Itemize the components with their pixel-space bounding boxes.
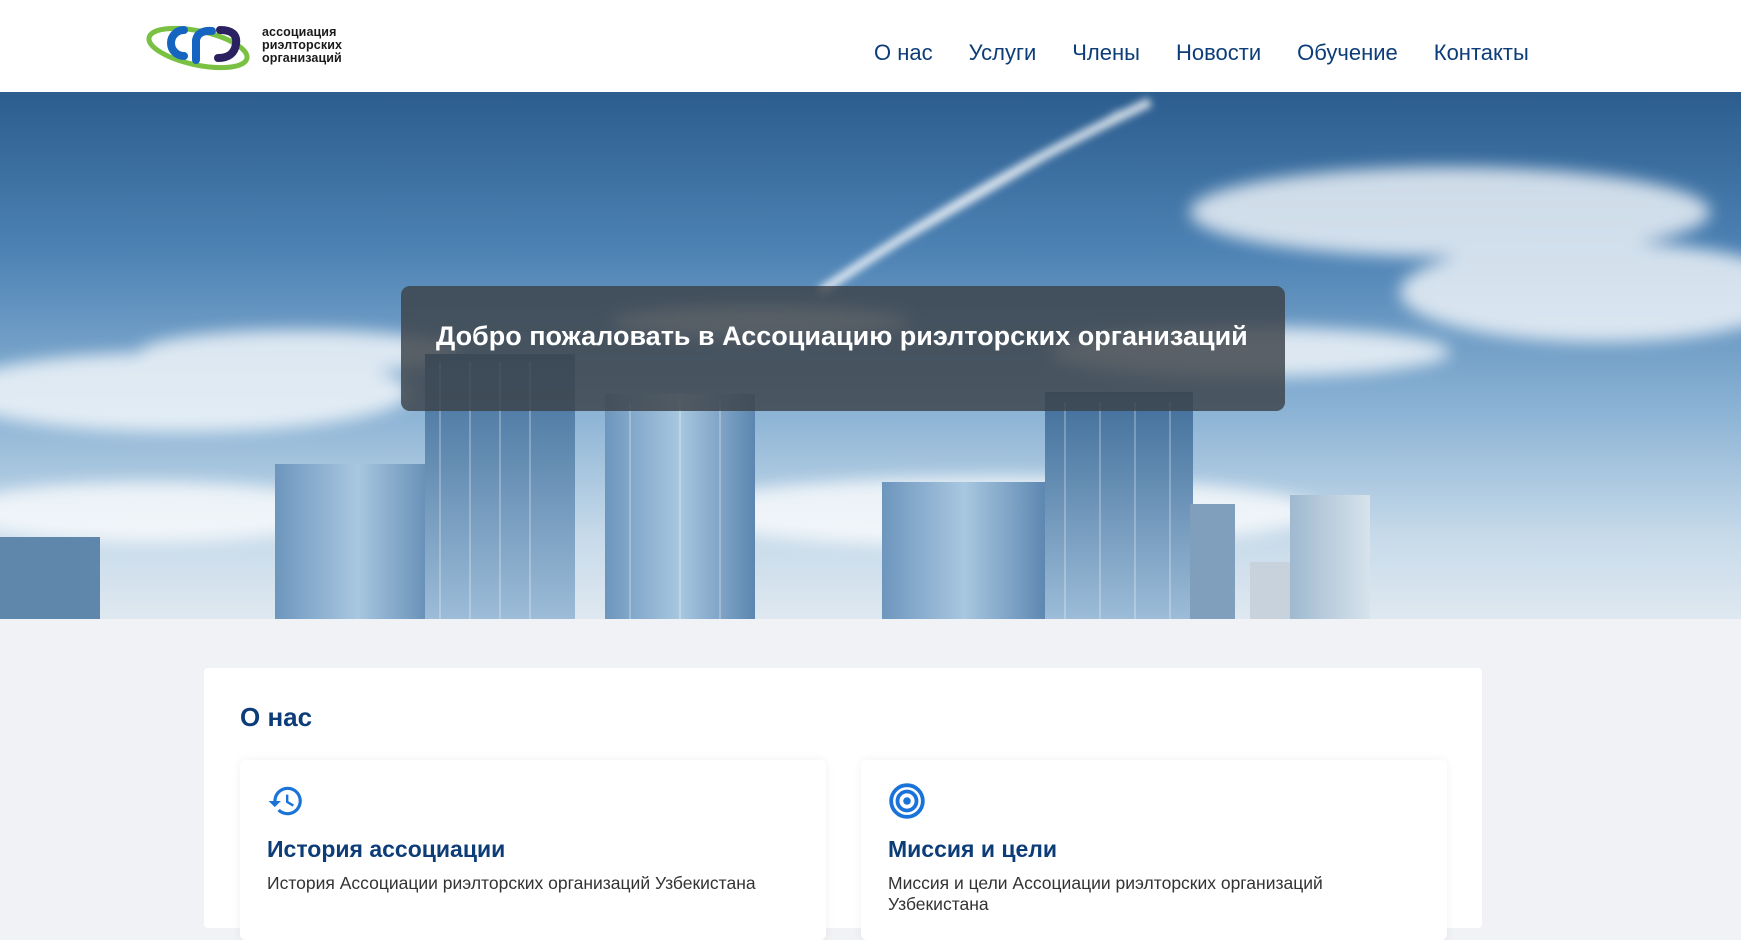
- nav-item-contacts[interactable]: Контакты: [1434, 40, 1529, 66]
- mission-card-text: Миссия и цели Ассоциации риэлторских орг…: [888, 873, 1323, 914]
- mission-card-title: Миссия и цели: [888, 836, 1058, 862]
- site-header: ассоциация риэлторских организаций О нас…: [0, 0, 1741, 92]
- history-card-title: История ассоциации: [267, 836, 506, 862]
- nav-item-members[interactable]: Члены: [1072, 40, 1140, 66]
- nav-item-about[interactable]: О нас: [874, 40, 933, 66]
- target-icon: [889, 783, 925, 819]
- history-icon: [268, 786, 302, 816]
- about-section: О нас История ассоциации История Ассоциа…: [204, 668, 1482, 940]
- nav-item-news[interactable]: Новости: [1176, 40, 1261, 66]
- nav-item-training[interactable]: Обучение: [1297, 40, 1398, 66]
- logo-line-3: организаций: [262, 51, 342, 65]
- history-card[interactable]: История ассоциации История Ассоциации ри…: [240, 760, 826, 940]
- logo-wordmark: ассоциация риэлторских организаций: [262, 26, 342, 65]
- welcome-panel: Добро пожаловать в Ассоциацию риэлторски…: [401, 286, 1285, 411]
- nav-item-services[interactable]: Услуги: [969, 40, 1037, 66]
- about-heading: О нас: [240, 702, 313, 732]
- logo-mark-icon: [146, 25, 250, 71]
- main-nav: О нас Услуги Члены Новости Обучение Конт…: [874, 40, 1529, 66]
- hero-banner: Добро пожаловать в Ассоциацию риэлторски…: [0, 92, 1741, 619]
- mission-card[interactable]: Миссия и цели Миссия и цели Ассоциации р…: [861, 760, 1447, 940]
- site-logo[interactable]: ассоциация риэлторских организаций: [146, 16, 356, 76]
- history-card-text: История Ассоциации риэлторских организац…: [267, 873, 756, 893]
- hero-title: Добро пожаловать в Ассоциацию риэлторски…: [436, 321, 1248, 351]
